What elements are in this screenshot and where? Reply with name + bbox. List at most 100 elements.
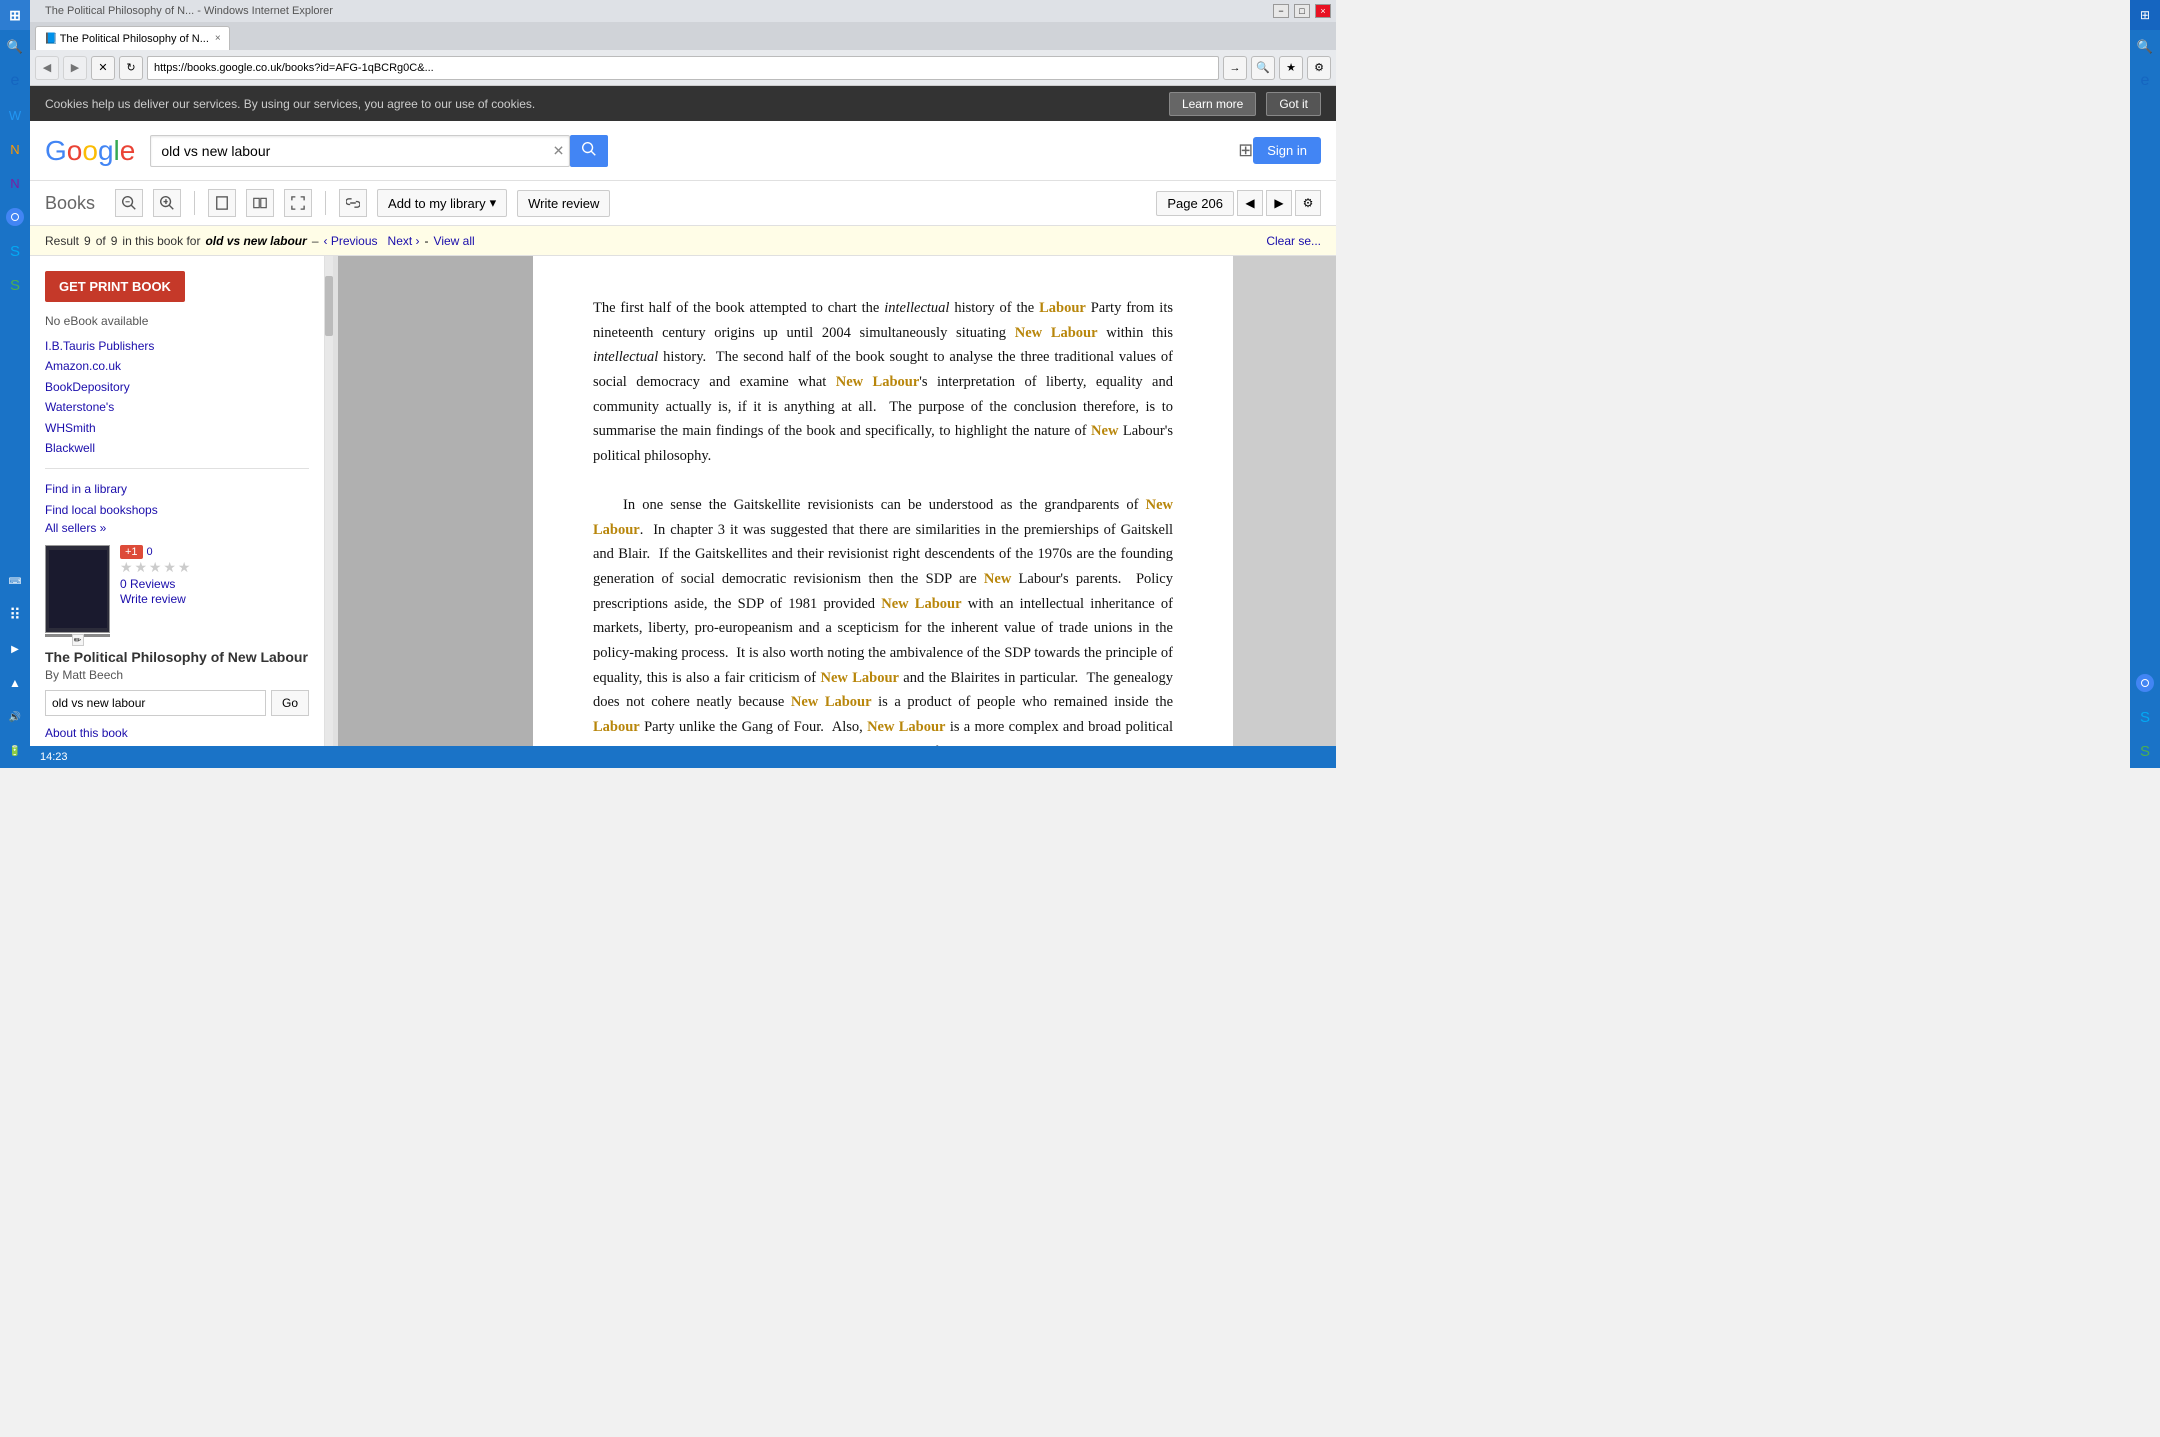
find-in-library-link[interactable]: Find in a library	[45, 479, 309, 499]
highlight-new-labour-2: New Labour	[836, 374, 920, 390]
skype-right-icon[interactable]: S	[2130, 702, 2160, 732]
add-to-library-btn[interactable]: Add to my library ▾	[377, 189, 507, 217]
highlight-new-labour-9: New Labour	[867, 719, 945, 735]
fullscreen-btn[interactable]	[284, 189, 312, 217]
seller-ibtauris[interactable]: I.B.Tauris Publishers	[45, 336, 309, 356]
learn-more-btn[interactable]: Learn more	[1169, 92, 1256, 116]
ie-right-icon[interactable]: e	[2130, 66, 2160, 96]
prev-page-btn[interactable]: ◀	[1237, 190, 1263, 216]
sign-in-btn[interactable]: Sign in	[1253, 137, 1321, 164]
search-input[interactable]	[150, 135, 570, 167]
chrome-taskbar-icon[interactable]	[0, 202, 30, 232]
search-taskbar-icon[interactable]: 🔍	[0, 32, 30, 62]
italic-intellectual: intellectual	[884, 300, 949, 316]
ie-taskbar-icon[interactable]: e	[0, 66, 30, 96]
view-all-link[interactable]: View all	[434, 234, 475, 248]
google-toolbar: Google ✕ ⊞ Sign in	[30, 121, 1336, 181]
book-paragraph-1: The first half of the book attempted to …	[593, 296, 1173, 468]
browser-tab[interactable]: 📘 The Political Philosophy of N... ×	[35, 26, 230, 50]
reviews-link[interactable]: 0 Reviews	[120, 577, 175, 591]
seller-amazon[interactable]: Amazon.co.uk	[45, 356, 309, 376]
result-in-book: in this book for	[122, 234, 200, 248]
single-page-btn[interactable]	[208, 189, 236, 217]
seller-waterstones[interactable]: Waterstone's	[45, 397, 309, 417]
zoom-in-btn[interactable]	[153, 189, 181, 217]
seller-bookdepository[interactable]: BookDepository	[45, 377, 309, 397]
got-it-btn[interactable]: Got it	[1266, 92, 1321, 116]
get-print-book-btn[interactable]: GET PRINT BOOK	[45, 271, 185, 302]
wifi-icon[interactable]: ▲	[0, 668, 30, 698]
result-prefix: Result	[45, 234, 79, 248]
search-address-btn[interactable]: 🔍	[1251, 56, 1275, 80]
edit-icon[interactable]: ✏	[72, 634, 84, 646]
stop-btn[interactable]: ✕	[91, 56, 115, 80]
clear-search-link[interactable]: Clear se...	[1266, 234, 1321, 248]
search-input-wrap: ✕	[150, 135, 570, 167]
back-btn[interactable]: ◀	[35, 56, 59, 80]
all-sellers-link[interactable]: All sellers »	[45, 521, 106, 535]
highlight-new-labour-1: New Labour	[1015, 325, 1098, 341]
sidebar-scrollbar[interactable]	[325, 256, 333, 746]
highlight-new-labour-8: New Labour	[791, 694, 872, 710]
tools-btn[interactable]: ⚙	[1307, 56, 1331, 80]
windows-right-icon: ⊞	[2130, 0, 2160, 30]
windows-logo[interactable]: ⊞	[0, 0, 30, 30]
next-page-btn[interactable]: ▶	[1266, 190, 1292, 216]
link-btn[interactable]	[339, 189, 367, 217]
favorites-btn[interactable]: ★	[1279, 56, 1303, 80]
search-result-bar: Result 9 of 9 in this book for old vs ne…	[30, 226, 1336, 256]
scroll-thumb[interactable]	[325, 276, 333, 336]
battery-icon[interactable]: 🔋	[0, 736, 30, 766]
chrome-right-icon[interactable]	[2130, 668, 2160, 698]
tab-close-btn[interactable]: ×	[215, 33, 221, 44]
keyboard-taskbar-icon[interactable]: ⌨	[0, 566, 30, 596]
page-settings-btn[interactable]: ⚙	[1295, 190, 1321, 216]
sidebar-divider-1	[45, 468, 309, 469]
search-right-icon[interactable]: 🔍	[2130, 32, 2160, 62]
two-page-btn[interactable]	[246, 189, 274, 217]
go-btn[interactable]: →	[1223, 56, 1247, 80]
refresh-btn[interactable]: ↻	[119, 56, 143, 80]
search-btn[interactable]	[570, 135, 608, 167]
seller-whsmith[interactable]: WHSmith	[45, 418, 309, 438]
address-input[interactable]	[147, 56, 1219, 80]
expand-icon[interactable]: ▶	[0, 634, 30, 664]
italic-intellectual-2: intellectual	[593, 349, 658, 365]
find-links: Find in a library Find local bookshops A…	[45, 479, 309, 535]
previous-result-link[interactable]: ‹ Previous	[324, 234, 378, 248]
search-within-btn[interactable]: Go	[271, 690, 309, 716]
star-1: ★	[120, 559, 132, 575]
seller-blackwell[interactable]: Blackwell	[45, 438, 309, 458]
book-thumbnail[interactable]	[45, 545, 110, 633]
outlook-taskbar-icon[interactable]: N	[0, 134, 30, 164]
minimize-btn[interactable]: −	[1273, 4, 1289, 18]
g-plus-count[interactable]: +1	[120, 545, 143, 559]
word-taskbar-icon[interactable]: W	[0, 100, 30, 130]
apps-icon[interactable]: ⊞	[1238, 140, 1253, 161]
dots-icon[interactable]: ⠿	[0, 600, 30, 630]
search-within-input[interactable]	[45, 690, 266, 716]
write-review-btn[interactable]: Write review	[517, 190, 610, 217]
restore-btn[interactable]: □	[1294, 4, 1310, 18]
no-ebook-label: No eBook available	[45, 314, 309, 328]
result-sep2: -	[425, 234, 429, 248]
skype-taskbar-icon[interactable]: S	[0, 236, 30, 266]
clear-search-icon[interactable]: ✕	[553, 142, 565, 159]
volume-icon[interactable]: 🔊	[0, 702, 30, 732]
onenote-taskbar-icon[interactable]: N	[0, 168, 30, 198]
star-rating: ★ ★ ★ ★ ★	[120, 559, 189, 576]
zoom-out-btn[interactable]	[115, 189, 143, 217]
find-local-bookshops-link[interactable]: Find local bookshops	[45, 500, 309, 520]
page-box[interactable]: Page 206	[1156, 191, 1234, 216]
left-blank-page	[338, 256, 533, 746]
add-library-arrow: ▾	[490, 195, 497, 211]
write-review-sidebar-link[interactable]: Write review	[120, 592, 186, 606]
close-btn[interactable]: ×	[1315, 4, 1331, 18]
forward-btn[interactable]: ▶	[63, 56, 87, 80]
star-2: ★	[134, 559, 146, 575]
skype2-taskbar-icon[interactable]: S	[0, 270, 30, 300]
next-result-link[interactable]: Next ›	[388, 234, 420, 248]
left-taskbar: ⊞ 🔍 e W N N S S ⌨ ⠿ ▶ ▲ 🔊 🔋	[0, 0, 30, 768]
about-book-link[interactable]: About this book	[45, 726, 309, 740]
skype2-right-icon[interactable]: S	[2130, 736, 2160, 766]
